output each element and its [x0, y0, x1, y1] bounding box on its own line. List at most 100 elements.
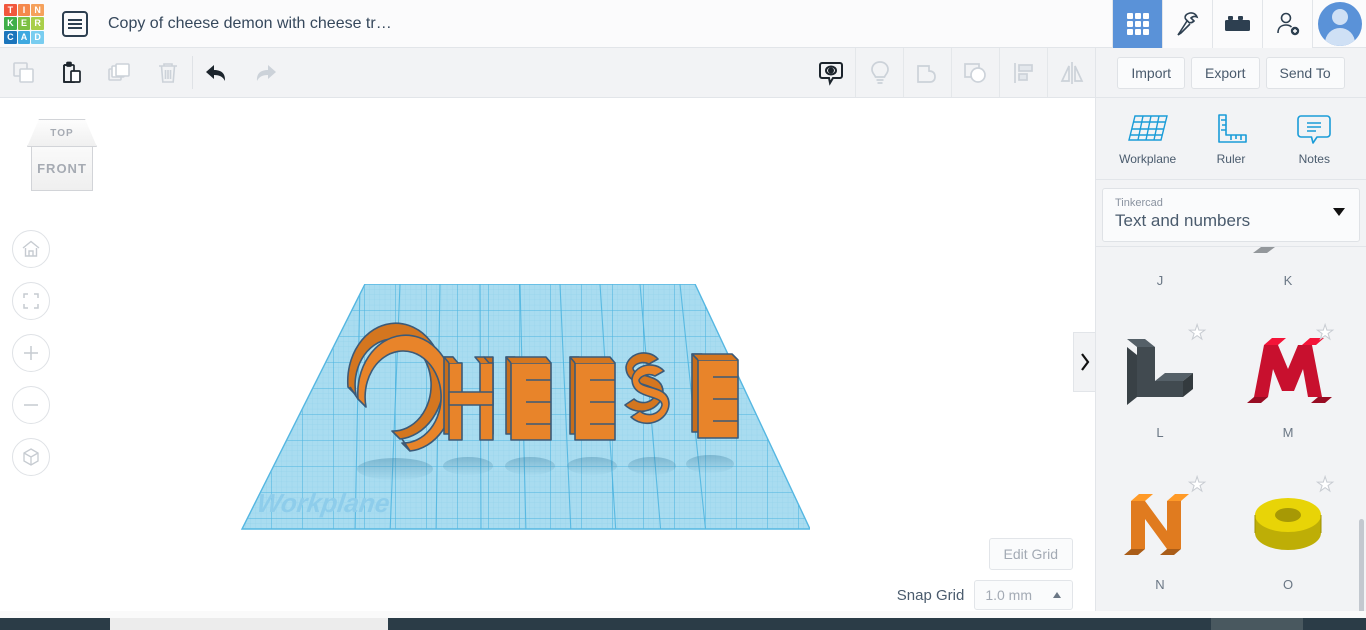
- lego-brick-icon[interactable]: [1212, 0, 1262, 48]
- shape-item-k[interactable]: K: [1224, 247, 1352, 307]
- redo-icon[interactable]: [241, 48, 289, 97]
- star-outline-icon[interactable]: ★: [1188, 323, 1207, 344]
- snap-grid-select[interactable]: 1.0 mm: [974, 580, 1073, 610]
- shape-label: M: [1282, 425, 1294, 440]
- header-right-group: [1112, 0, 1366, 48]
- gallery-grid-icon[interactable]: [1112, 0, 1162, 48]
- shape-item-o[interactable]: ★ O: [1224, 459, 1352, 611]
- shape-list-scrollbar[interactable]: [1359, 519, 1364, 618]
- letter-C: [346, 322, 455, 452]
- logo-cell-r: R: [31, 17, 44, 30]
- logo-cell-a: A: [17, 30, 31, 44]
- page-bottom-whitespace: [0, 611, 1366, 618]
- view-cube-front-face[interactable]: FRONT: [31, 146, 93, 191]
- app-header: TIN KER CAD Copy of cheese demon with chee…: [0, 0, 1366, 48]
- panel-collapse-tab[interactable]: [1073, 332, 1095, 392]
- edit-grid-button[interactable]: Edit Grid: [988, 538, 1073, 570]
- align-icon[interactable]: [999, 48, 1047, 97]
- ungroup-icon[interactable]: [951, 48, 999, 97]
- snap-grid-value: 1.0 mm: [985, 587, 1032, 603]
- zoom-out-icon[interactable]: [12, 386, 50, 424]
- notes-tool[interactable]: Notes: [1276, 112, 1352, 166]
- add-user-icon[interactable]: [1262, 0, 1312, 48]
- shape-item-j[interactable]: J: [1096, 247, 1224, 307]
- letter-E-2: [569, 356, 616, 441]
- export-button[interactable]: Export: [1191, 56, 1260, 89]
- shape-item-m[interactable]: ★ M: [1224, 307, 1352, 459]
- panel-action-buttons: Import Export Send To: [1096, 48, 1366, 98]
- letter-E-1: [505, 356, 552, 441]
- page-title[interactable]: Copy of cheese demon with cheese tr…: [108, 15, 392, 33]
- logo-cell-c: C: [4, 30, 17, 44]
- avatar-image: [1317, 1, 1362, 46]
- snap-grid-control: Snap Grid 1.0 mm: [897, 580, 1073, 610]
- paste-icon[interactable]: [48, 48, 96, 97]
- tinkercad-logo[interactable]: TIN KER CAD: [4, 3, 44, 44]
- shape-label: J: [1156, 273, 1164, 288]
- star-outline-icon[interactable]: ★: [1316, 323, 1335, 344]
- copy-icon[interactable]: [0, 48, 48, 97]
- mirror-icon[interactable]: [1047, 48, 1095, 97]
- logo-cell-k: K: [4, 17, 17, 30]
- bottom-bar-mid-segment: [1211, 618, 1303, 630]
- fit-to-view-icon[interactable]: [12, 282, 50, 320]
- logo-cell-e: E: [17, 17, 31, 30]
- notes-callout-icon: [1297, 114, 1332, 144]
- list-menu-icon[interactable]: [62, 10, 88, 37]
- main-toolbar: [0, 48, 1095, 98]
- shape-library-sublabel: Tinkercad: [1115, 197, 1163, 209]
- group-icon[interactable]: [903, 48, 951, 97]
- right-panel: Import Export Send To Workplane Ruler No…: [1095, 48, 1366, 618]
- bottom-bar-light-segment: [110, 618, 388, 630]
- shape-list[interactable]: J K ★ L ★ M ★ N ★ O: [1096, 246, 1366, 618]
- logo-cell-t: T: [4, 3, 17, 17]
- avatar[interactable]: [1312, 0, 1366, 48]
- logo-cell-i: I: [17, 3, 31, 17]
- workplane-tool[interactable]: Workplane: [1110, 112, 1186, 166]
- letter-E-3: [691, 353, 739, 439]
- import-button[interactable]: Import: [1117, 56, 1186, 89]
- chevron-up-icon: [1053, 592, 1061, 598]
- light-bulb-icon[interactable]: [855, 48, 903, 97]
- workplane[interactable]: Workplane: [240, 283, 812, 534]
- shape-library-value: Text and numbers: [1115, 211, 1251, 230]
- shape-label: O: [1282, 577, 1294, 592]
- 3d-viewport[interactable]: TOP FRONT Workplane Edit Grid Snap Grid …: [0, 99, 1095, 618]
- logo-cell-n: N: [31, 3, 44, 17]
- letter-H: [443, 356, 494, 441]
- shape-label: L: [1156, 425, 1164, 440]
- shape-label: K: [1283, 273, 1293, 288]
- notes-tool-label: Notes: [1298, 151, 1330, 166]
- ruler-tool[interactable]: Ruler: [1193, 112, 1269, 166]
- shape-item-l[interactable]: ★ L: [1096, 307, 1224, 459]
- ruler-tool-label: Ruler: [1216, 151, 1246, 166]
- logo-cell-d: D: [31, 30, 44, 44]
- perspective-toggle-icon[interactable]: [12, 438, 50, 476]
- panel-tools: Workplane Ruler Notes: [1096, 98, 1366, 180]
- workplane-grid-icon: [1127, 114, 1168, 141]
- zoom-in-icon[interactable]: [12, 334, 50, 372]
- cheese-3d-text[interactable]: [240, 284, 810, 534]
- shape-label: N: [1155, 577, 1165, 592]
- show-hide-icon[interactable]: [807, 48, 855, 97]
- duplicate-icon[interactable]: [96, 48, 144, 97]
- tinkercad-app: TINKERCAD Copy of cheese demon with chee…: [0, 0, 1366, 630]
- undo-icon[interactable]: [193, 48, 241, 97]
- view-cube-top-face[interactable]: TOP: [27, 119, 97, 147]
- star-outline-icon[interactable]: ★: [1316, 475, 1335, 496]
- home-view-icon[interactable]: [12, 230, 50, 268]
- minecraft-pickaxe-icon[interactable]: [1162, 0, 1212, 48]
- shape-library-dropdown[interactable]: Tinkercad Text and numbers: [1102, 188, 1360, 242]
- star-outline-icon[interactable]: ★: [1188, 475, 1207, 496]
- chevron-right-icon: [1080, 353, 1089, 371]
- toolbar-right-group: [807, 48, 1095, 97]
- shape-item-n[interactable]: ★ N: [1096, 459, 1224, 611]
- snap-grid-label: Snap Grid: [896, 586, 965, 604]
- view-cube[interactable]: TOP FRONT: [22, 117, 102, 195]
- ruler-icon: [1218, 113, 1247, 143]
- chevron-down-icon: [1333, 208, 1345, 216]
- send-to-button[interactable]: Send To: [1265, 56, 1345, 89]
- delete-icon[interactable]: [144, 48, 192, 97]
- browser-bottom-bar: [0, 618, 1366, 630]
